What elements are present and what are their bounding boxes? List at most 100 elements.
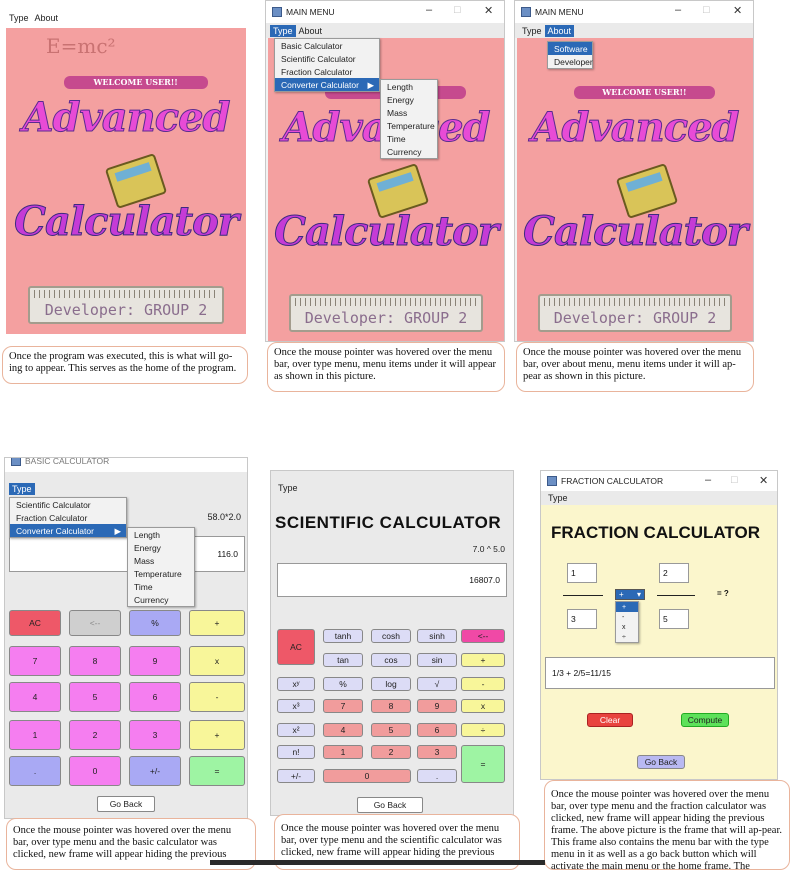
key-decimal[interactable]: . — [417, 769, 457, 783]
key-cosh[interactable]: cosh — [371, 629, 411, 643]
key-5[interactable]: 5 — [69, 682, 121, 712]
minimize-icon[interactable]: – — [426, 4, 432, 16]
key-percent[interactable]: % — [323, 677, 363, 691]
operator-option-minus[interactable]: - — [616, 612, 638, 622]
key-3[interactable]: 3 — [129, 720, 181, 750]
key-6[interactable]: 6 — [417, 723, 457, 737]
key-8[interactable]: 8 — [69, 646, 121, 676]
menu-type[interactable]: Type — [6, 12, 32, 24]
key-equals[interactable]: = — [461, 745, 505, 783]
menu-item-basic[interactable]: Basic Calculator — [275, 39, 379, 52]
close-icon[interactable]: ✕ — [733, 4, 742, 17]
key-backspace[interactable]: <-- — [461, 629, 505, 643]
key-5[interactable]: 5 — [371, 723, 411, 737]
key-tan[interactable]: tan — [323, 653, 363, 667]
menu-type[interactable]: Type — [519, 25, 545, 37]
key-sign[interactable]: +/- — [129, 756, 181, 786]
menu-type[interactable]: Type — [9, 482, 35, 495]
key-4[interactable]: 4 — [323, 723, 363, 737]
menu-type[interactable]: Type — [545, 492, 571, 504]
key-minus[interactable]: - — [189, 682, 245, 712]
menu-item-fraction[interactable]: Fraction Calculator — [275, 65, 379, 78]
submenu-mass[interactable]: Mass — [128, 554, 194, 567]
close-icon[interactable]: ✕ — [484, 4, 493, 17]
submenu-energy[interactable]: Energy — [128, 541, 194, 554]
menu-item-scientific[interactable]: Scientific Calculator — [275, 52, 379, 65]
operator-option-divide[interactable]: ÷ — [616, 632, 638, 642]
menu-item-converter[interactable]: Converter Calculator ▶ — [275, 78, 379, 91]
key-divide[interactable]: ÷ — [461, 723, 505, 737]
denominator-1-input[interactable]: 3 — [567, 609, 597, 629]
numerator-2-input[interactable]: 2 — [659, 563, 689, 583]
key-8[interactable]: 8 — [371, 699, 411, 713]
close-icon[interactable]: ✕ — [759, 474, 768, 487]
key-2[interactable]: 2 — [371, 745, 411, 759]
submenu-temperature[interactable]: Temperature — [381, 119, 437, 132]
key-3[interactable]: 3 — [417, 745, 457, 759]
submenu-time[interactable]: Time — [128, 580, 194, 593]
key-1[interactable]: 1 — [323, 745, 363, 759]
maximize-icon[interactable]: □ — [731, 474, 738, 486]
go-back-button[interactable]: Go Back — [357, 797, 423, 813]
key-backspace[interactable]: <-- — [69, 610, 121, 636]
submenu-length[interactable]: Length — [128, 528, 194, 541]
menu-item-converter[interactable]: Converter Calculator ▶ — [10, 524, 126, 537]
submenu-currency[interactable]: Currency — [381, 145, 437, 158]
key-factorial[interactable]: n! — [277, 745, 315, 759]
key-cube[interactable]: x³ — [277, 699, 315, 713]
menu-item-software[interactable]: Software — [548, 42, 592, 55]
key-sin[interactable]: sin — [417, 653, 457, 667]
menu-about[interactable]: About — [32, 12, 62, 24]
key-cos[interactable]: cos — [371, 653, 411, 667]
key-sign[interactable]: +/- — [277, 769, 315, 783]
key-7[interactable]: 7 — [323, 699, 363, 713]
compute-button[interactable]: Compute — [681, 713, 729, 727]
key-plus-top[interactable]: + — [189, 610, 245, 636]
menu-about[interactable]: About — [296, 25, 326, 37]
key-plus[interactable]: + — [189, 720, 245, 750]
key-9[interactable]: 9 — [129, 646, 181, 676]
menu-about[interactable]: About — [544, 24, 575, 37]
key-ac[interactable]: AC — [9, 610, 61, 636]
maximize-icon[interactable]: □ — [454, 4, 461, 16]
key-7[interactable]: 7 — [9, 646, 61, 676]
go-back-button[interactable]: Go Back — [637, 755, 685, 769]
menu-item-developer[interactable]: Developer — [548, 55, 593, 68]
key-plus[interactable]: + — [461, 653, 505, 667]
key-log[interactable]: log — [371, 677, 411, 691]
menu-item-fraction[interactable]: Fraction Calculator — [10, 511, 126, 524]
key-sinh[interactable]: sinh — [417, 629, 457, 643]
key-power-y[interactable]: xʸ — [277, 677, 315, 691]
menu-type[interactable]: Type — [275, 482, 301, 494]
operator-select[interactable]: + ▾ — [615, 589, 645, 600]
key-multiply[interactable]: x — [461, 699, 505, 713]
submenu-currency[interactable]: Currency — [128, 593, 194, 606]
submenu-energy[interactable]: Energy — [381, 93, 437, 106]
key-multiply[interactable]: x — [189, 646, 245, 676]
submenu-temperature[interactable]: Temperature — [128, 567, 194, 580]
denominator-2-input[interactable]: 5 — [659, 609, 689, 629]
operator-option-times[interactable]: x — [616, 622, 638, 632]
key-1[interactable]: 1 — [9, 720, 61, 750]
maximize-icon[interactable]: □ — [703, 4, 710, 16]
key-2[interactable]: 2 — [69, 720, 121, 750]
submenu-length[interactable]: Length — [381, 80, 437, 93]
operator-option-plus[interactable]: + — [616, 602, 638, 612]
key-sqrt[interactable]: √ — [417, 677, 457, 691]
submenu-mass[interactable]: Mass — [381, 106, 437, 119]
key-4[interactable]: 4 — [9, 682, 61, 712]
numerator-1-input[interactable]: 1 — [567, 563, 597, 583]
clear-button[interactable]: Clear — [587, 713, 633, 727]
go-back-button[interactable]: Go Back — [97, 796, 155, 812]
menu-item-scientific[interactable]: Scientific Calculator — [10, 498, 126, 511]
key-9[interactable]: 9 — [417, 699, 457, 713]
key-0[interactable]: 0 — [69, 756, 121, 786]
submenu-time[interactable]: Time — [381, 132, 437, 145]
minimize-icon[interactable]: – — [675, 4, 681, 16]
menu-type[interactable]: Type — [270, 24, 296, 37]
key-minus[interactable]: - — [461, 677, 505, 691]
key-decimal[interactable]: . — [9, 756, 61, 786]
key-ac[interactable]: AC — [277, 629, 315, 665]
key-equals[interactable]: = — [189, 756, 245, 786]
minimize-icon[interactable]: – — [705, 474, 711, 486]
